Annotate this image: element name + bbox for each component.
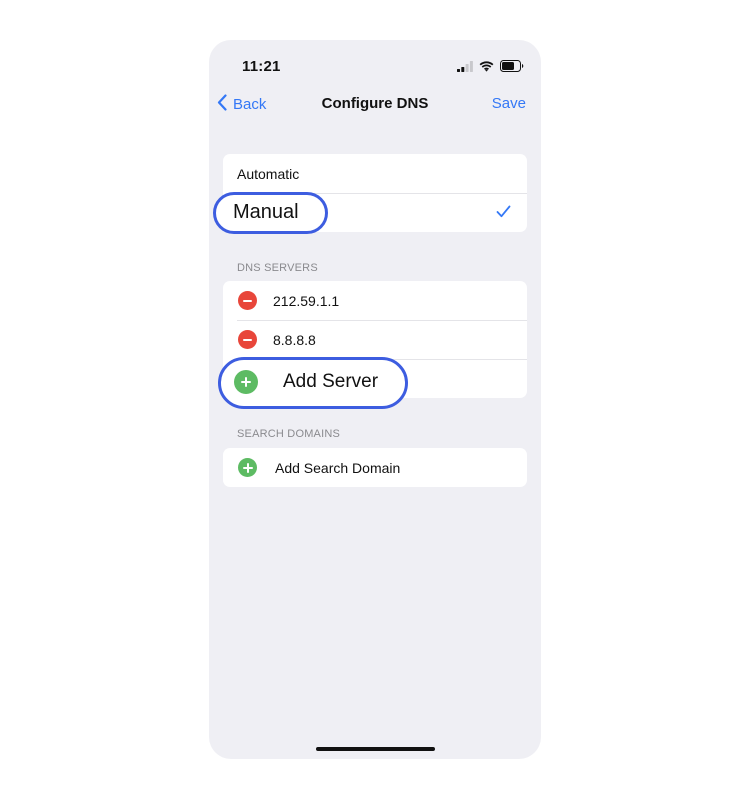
status-time: 11:21 <box>242 58 281 75</box>
save-button[interactable]: Save <box>492 95 526 112</box>
status-icons <box>457 59 524 77</box>
dns-servers-header: DNS SERVERS <box>237 262 318 274</box>
delete-server-button[interactable] <box>238 291 257 310</box>
phone-screen: 11:21 Back Configure DNS Save Automatic … <box>209 40 541 759</box>
add-server-row[interactable]: Add Server <box>218 357 527 409</box>
add-search-domain-icon[interactable] <box>238 458 257 477</box>
dns-mode-group: Automatic Manual <box>213 154 527 234</box>
option-label: Automatic <box>237 165 300 182</box>
add-server-label[interactable]: Add Server <box>283 371 378 393</box>
battery-icon <box>500 59 524 77</box>
server-address[interactable]: 8.8.8.8 <box>273 332 316 348</box>
add-search-domain-row[interactable]: Add Search Domain <box>223 448 527 487</box>
server-address[interactable]: 212.59.1.1 <box>273 293 339 309</box>
wifi-icon <box>479 59 494 77</box>
cellular-signal-icon <box>457 59 473 77</box>
add-search-domain-label[interactable]: Add Search Domain <box>275 460 400 476</box>
navigation-bar: Back Configure DNS Save <box>209 90 541 118</box>
server-row: 212.59.1.1 <box>223 281 527 320</box>
search-domains-header: SEARCH DOMAINS <box>237 428 341 440</box>
dns-servers-group: 212.59.1.1 8.8.8.8 Add Server <box>218 281 527 409</box>
option-manual[interactable]: Manual <box>213 192 527 234</box>
delete-server-button[interactable] <box>238 330 257 349</box>
add-server-icon[interactable] <box>234 370 258 394</box>
home-indicator <box>316 747 435 751</box>
search-domains-group: Add Search Domain <box>223 448 527 487</box>
option-label: Manual <box>233 201 299 223</box>
option-automatic[interactable]: Automatic <box>223 154 527 193</box>
checkmark-icon <box>496 205 511 221</box>
server-row: 8.8.8.8 <box>223 320 527 359</box>
